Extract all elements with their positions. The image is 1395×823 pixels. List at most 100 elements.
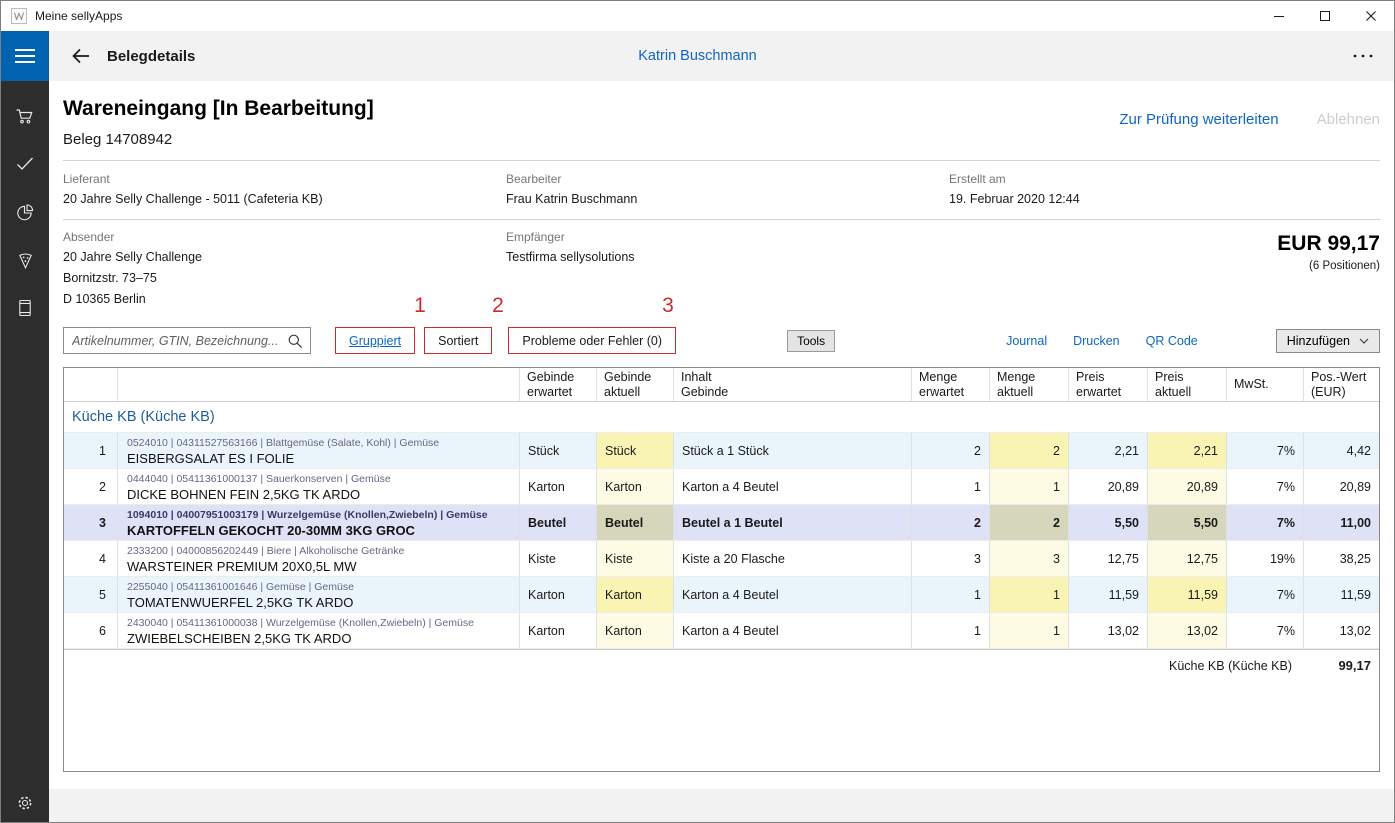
annotation-number-2: 2 [492,294,504,318]
group-header: Küche KB (Küche KB) [64,402,1379,433]
field-label: Bearbeiter [506,172,949,186]
preis-aktuell-cell[interactable]: 11,59 [1147,577,1226,612]
gebinde-aktuell-cell[interactable]: Stück [596,433,673,468]
menge-aktuell-cell[interactable]: 3 [989,541,1068,576]
mwst-cell: 7% [1226,469,1303,504]
table-row-6[interactable]: 6 2430040 | 05411361000038 | Wurzelgemüs… [64,613,1379,649]
menge-aktuell-cell[interactable]: 1 [989,613,1068,648]
sidebar-item-reports[interactable] [1,188,49,236]
inhalt-cell: Karton a 4 Beutel [673,469,911,504]
preis-aktuell-cell[interactable]: 5,50 [1147,505,1226,540]
problems-filter-button[interactable]: Probleme oder Fehler (0) [522,334,662,348]
page-title: Belegdetails [107,48,195,65]
gebinde-aktuell-cell[interactable]: Karton [596,613,673,648]
article-name: EISBERGSALAT ES I FOLIE [127,451,294,467]
gebinde-aktuell-cell[interactable]: Beutel [596,505,673,540]
col-pos-wert: Pos.-Wert(EUR) [1303,368,1379,401]
bottom-bar [49,789,1394,822]
preis-erwartet-cell: 11,59 [1068,577,1147,612]
sidebar-item-food[interactable] [1,236,49,284]
chevron-down-icon [1359,338,1369,344]
article-meta: 0524010 | 04311527563166 | Blattgemüse (… [127,437,439,450]
settings-button[interactable] [1,793,49,813]
row-number: 1 [64,433,117,468]
app-window: Meine sellyApps Belegdetails Katrin Busc… [0,0,1395,823]
menge-aktuell-cell[interactable]: 2 [989,433,1068,468]
table-row-3-selected[interactable]: 3 1094010 | 04007951003179 | Wurzelgemüs… [64,505,1379,541]
reject-button[interactable]: Ablehnen [1317,111,1380,128]
field-value: 20 Jahre Selly Challenge - 5011 (Cafeter… [63,192,506,207]
mwst-cell: 7% [1226,433,1303,468]
gear-icon [15,793,35,813]
tools-button[interactable]: Tools [787,330,835,352]
back-button[interactable] [70,46,92,66]
group-footer: Küche KB (Küche KB) 99,17 [64,649,1379,681]
forward-for-review-button[interactable]: Zur Prüfung weiterleiten [1119,111,1278,128]
article-name: DICKE BOHNEN FEIN 2,5KG TK ARDO [127,487,360,503]
mwst-cell: 7% [1226,505,1303,540]
article-name: WARSTEINER PREMIUM 20X0,5L MW [127,559,356,575]
pizza-icon [16,251,35,269]
document-total: EUR 99,17 (6 Positionen) [1277,232,1380,272]
close-button[interactable] [1348,1,1394,31]
menge-aktuell-cell[interactable]: 1 [989,577,1068,612]
sidebar-item-tasks[interactable] [1,140,49,188]
minimize-button[interactable] [1256,1,1302,31]
inhalt-cell: Karton a 4 Beutel [673,613,911,648]
book-icon [15,299,35,317]
row-number: 2 [64,469,117,504]
mwst-cell: 7% [1226,613,1303,648]
menge-aktuell-cell[interactable]: 1 [989,469,1068,504]
drucken-link[interactable]: Drucken [1073,334,1120,348]
table-row-1[interactable]: 1 0524010 | 04311527563166 | Blattgemüse… [64,433,1379,469]
grouped-toggle-button[interactable]: Gruppiert [349,334,401,348]
menge-aktuell-cell[interactable]: 2 [989,505,1068,540]
gebinde-aktuell-cell[interactable]: Kiste [596,541,673,576]
field-absender: Absender 20 Jahre Selly Challenge Bornit… [63,230,506,307]
sidebar-item-cart[interactable] [1,92,49,140]
gebinde-aktuell-cell[interactable]: Karton [596,577,673,612]
preis-aktuell-cell[interactable]: 2,21 [1147,433,1226,468]
preis-erwartet-cell: 13,02 [1068,613,1147,648]
row-number: 6 [64,613,117,648]
mwst-cell: 7% [1226,577,1303,612]
preis-erwartet-cell: 12,75 [1068,541,1147,576]
article-meta: 2333200 | 04000856202449 | Biere | Alkoh… [127,545,404,558]
positions-count: (6 Positionen) [1277,260,1380,272]
info-row-1: Lieferant 20 Jahre Selly Challenge - 501… [63,161,1380,219]
col-menge-aktuell: Mengeaktuell [989,368,1068,401]
gebinde-erwartet-cell: Stück [519,433,596,468]
table-row-5[interactable]: 5 2255040 | 05411361001646 | Gemüse | Ge… [64,577,1379,613]
preis-aktuell-cell[interactable]: 13,02 [1147,613,1226,648]
positions-table: Gebindeerwartet Gebindeaktuell InhaltGeb… [63,367,1380,772]
qr-code-link[interactable]: QR Code [1146,334,1198,348]
user-link[interactable]: Katrin Buschmann [638,48,756,64]
journal-link[interactable]: Journal [1006,334,1047,348]
address-line: 20 Jahre Selly Challenge [63,250,506,265]
preis-aktuell-cell[interactable]: 20,89 [1147,469,1226,504]
cart-icon [15,107,35,125]
gebinde-aktuell-cell[interactable]: Karton [596,469,673,504]
sorted-toggle-button[interactable]: Sortiert [438,334,478,348]
annotation-box-3: Probleme oder Fehler (0) [508,327,676,354]
add-dropdown-button[interactable]: Hinzufügen [1276,329,1380,353]
article-cell: 2255040 | 05411361001646 | Gemüse | Gemü… [117,577,519,612]
article-meta: 1094010 | 04007951003179 | Wurzelgemüse … [127,509,488,522]
main-content: Wareneingang [In Bearbeitung] Beleg 1470… [49,81,1394,822]
pos-wert-cell: 13,02 [1303,613,1379,648]
preis-erwartet-cell: 2,21 [1068,433,1147,468]
field-label: Empfänger [506,230,949,244]
menge-erwartet-cell: 2 [911,433,989,468]
table-row-4[interactable]: 4 2333200 | 04000856202449 | Biere | Alk… [64,541,1379,577]
annotation-number-3: 3 [662,294,674,318]
sidebar-item-catalog[interactable] [1,284,49,332]
annotation-box-2: Sortiert [424,327,492,354]
maximize-button[interactable] [1302,1,1348,31]
preis-aktuell-cell[interactable]: 12,75 [1147,541,1226,576]
more-button[interactable] [1348,49,1378,63]
search-input[interactable] [64,334,287,348]
article-cell: 2333200 | 04000856202449 | Biere | Alkoh… [117,541,519,576]
table-row-2[interactable]: 2 0444040 | 05411361000137 | Sauerkonser… [64,469,1379,505]
minimize-icon [1273,10,1285,22]
hamburger-menu-button[interactable] [1,31,49,81]
